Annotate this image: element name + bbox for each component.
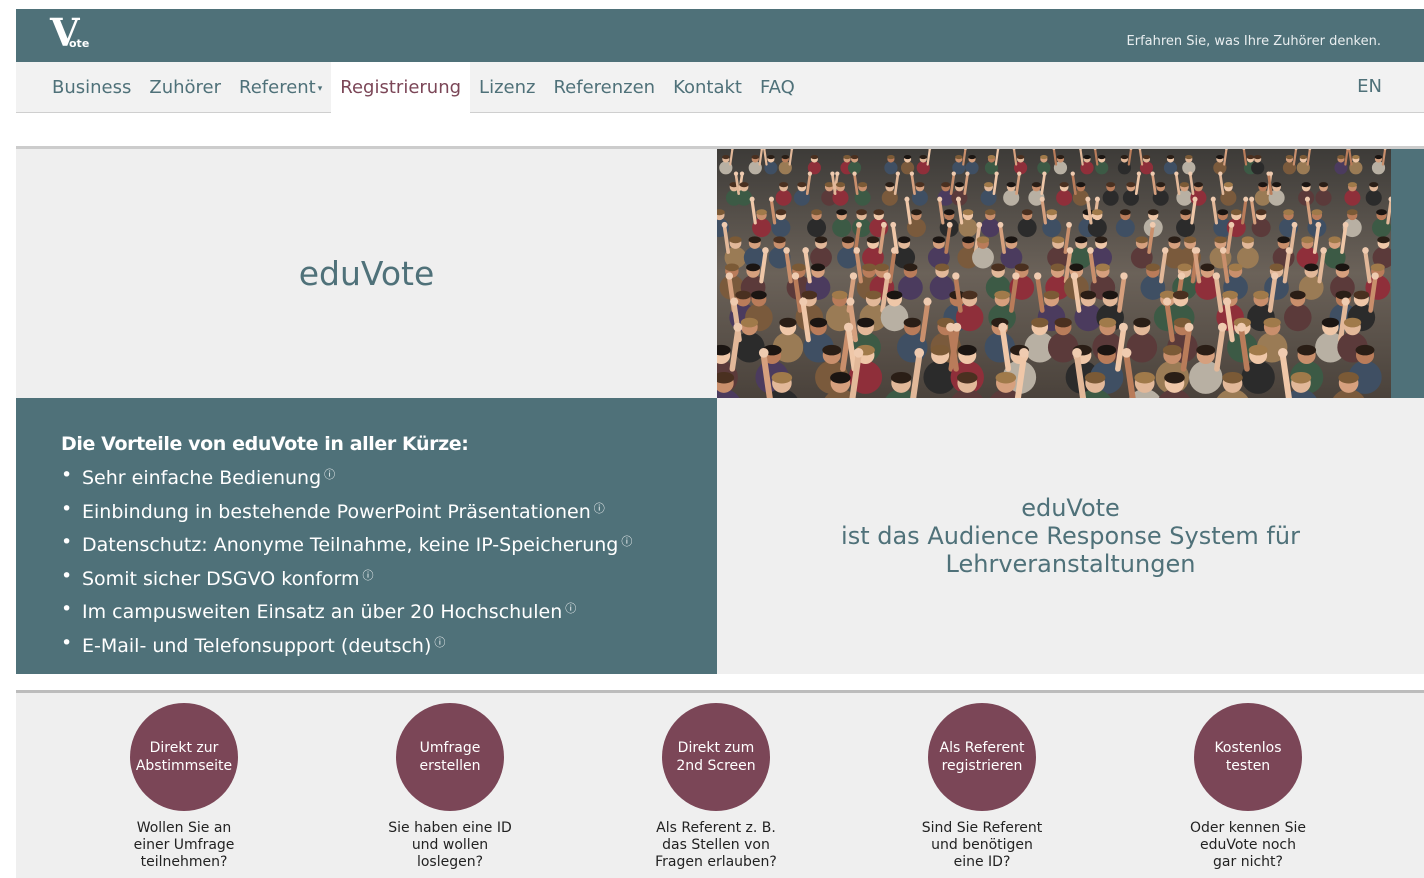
photo-side-strip bbox=[1391, 149, 1424, 398]
cta-description: Sind Sie Referent und benötigen eine ID? bbox=[882, 820, 1082, 871]
feature-text: Sehr einfache Bedienung bbox=[82, 467, 322, 489]
header-bar: V ote Erfahren Sie, was Ihre Zuhörer den… bbox=[16, 9, 1424, 62]
language-switch[interactable]: EN bbox=[1357, 76, 1382, 98]
list-item: Somit sicher DSGVO konformⓘ bbox=[61, 561, 717, 595]
nav-item-kontakt[interactable]: Kontakt bbox=[664, 62, 751, 113]
cta-line: loslegen? bbox=[416, 854, 484, 870]
logo[interactable]: V ote bbox=[50, 13, 94, 55]
nav-label: Zuhörer bbox=[149, 76, 222, 98]
tagline: Erfahren Sie, was Ihre Zuhörer denken. bbox=[1126, 34, 1381, 49]
claim-line: ist das Audience Response System für bbox=[841, 522, 1300, 550]
cta-line: das Stellen von bbox=[662, 837, 770, 853]
cta-line: Wollen Sie an bbox=[136, 820, 232, 836]
cta-line: einer Umfrage bbox=[133, 837, 235, 853]
claim-line: eduVote bbox=[1021, 494, 1120, 522]
list-item: Sehr einfache Bedienungⓘ bbox=[61, 460, 717, 494]
feature-text: Somit sicher DSGVO konform bbox=[82, 567, 360, 590]
cta-line: Sind Sie Referent bbox=[921, 820, 1043, 836]
feature-text: Datenschutz: Anonyme Teilnahme, keine IP… bbox=[82, 534, 619, 556]
list-item: Im campusweiten Einsatz an über 20 Hochs… bbox=[61, 594, 717, 628]
call-to-action-section: Direkt zur Abstimmseite Wollen Sie an ei… bbox=[16, 693, 1424, 878]
claim-line: Lehrveranstaltungen bbox=[945, 550, 1196, 578]
list-item: Datenschutz: Anonyme Teilnahme, keine IP… bbox=[61, 527, 717, 561]
nav-label: Referenzen bbox=[553, 76, 656, 98]
main-navigation: Business Zuhörer Referent ▾ Registrierung… bbox=[16, 62, 1424, 113]
info-icon[interactable]: ⓘ bbox=[363, 569, 374, 582]
info-icon[interactable]: ⓘ bbox=[594, 502, 605, 515]
cta-line: gar nicht? bbox=[1213, 854, 1283, 870]
nav-label: Kontakt bbox=[673, 76, 742, 98]
feature-text: Einbindung in bestehende PowerPoint Präs… bbox=[82, 500, 591, 523]
info-icon[interactable]: ⓘ bbox=[434, 636, 445, 649]
claim-panel: eduVote ist das Audience Response System… bbox=[717, 398, 1424, 674]
cta-description: Als Referent z. B. das Stellen von Frage… bbox=[616, 820, 816, 871]
nav-label: Business bbox=[52, 76, 132, 98]
info-icon[interactable]: ⓘ bbox=[565, 602, 576, 615]
cta-2nd-screen: Direkt zum 2nd Screen Als Referent z. B.… bbox=[616, 703, 816, 871]
cta-description: Wollen Sie an einer Umfrage teilnehmen? bbox=[84, 820, 284, 871]
info-icon[interactable]: ⓘ bbox=[621, 535, 632, 548]
cta-umfrage: Umfrage erstellen Sie haben eine ID und … bbox=[350, 703, 550, 871]
kostenlos-testen-button[interactable]: Kostenlos testen bbox=[1194, 703, 1302, 811]
abstimmseite-button[interactable]: Direkt zur Abstimmseite bbox=[130, 703, 238, 811]
cta-line: und benötigen bbox=[931, 837, 1033, 853]
nav-item-faq[interactable]: FAQ bbox=[751, 62, 804, 113]
list-item: Einbindung in bestehende PowerPoint Präs… bbox=[61, 494, 717, 528]
nav-item-business[interactable]: Business bbox=[43, 62, 140, 113]
cta-line: eine ID? bbox=[953, 854, 1011, 870]
cta-registrieren: Als Referent registrieren Sind Sie Refer… bbox=[882, 703, 1082, 871]
features-heading: Die Vorteile von eduVote in aller Kürze: bbox=[61, 433, 469, 455]
cta-line: Sie haben eine ID bbox=[388, 820, 512, 836]
cta-line: teilnehmen? bbox=[140, 854, 228, 870]
nav-label: FAQ bbox=[759, 76, 795, 98]
feature-text: Im campusweiten Einsatz an über 20 Hochs… bbox=[82, 601, 563, 623]
cta-testen: Kostenlos testen Oder kennen Sie eduVote… bbox=[1148, 703, 1348, 871]
nav-list: Business Zuhörer Referent ▾ Registrierung… bbox=[43, 62, 804, 113]
cta-line: Fragen erlauben? bbox=[655, 854, 777, 870]
cta-line: und wollen bbox=[411, 837, 489, 853]
audience-photo-illustration bbox=[717, 149, 1391, 398]
features-list: Sehr einfache Bedienungⓘ Einbindung in b… bbox=[61, 460, 717, 661]
cta-line: eduVote noch bbox=[1200, 837, 1296, 853]
hero-title: eduVote bbox=[298, 253, 435, 293]
features-panel: Die Vorteile von eduVote in aller Kürze:… bbox=[16, 398, 717, 674]
hero-title-panel: eduVote bbox=[16, 149, 717, 398]
claim-text: eduVote ist das Audience Response System… bbox=[841, 494, 1300, 578]
cta-abstimmseite: Direkt zur Abstimmseite Wollen Sie an ei… bbox=[84, 703, 284, 871]
cta-description: Oder kennen Sie eduVote noch gar nicht? bbox=[1148, 820, 1348, 871]
info-icon[interactable]: ⓘ bbox=[324, 468, 335, 481]
cta-description: Sie haben eine ID und wollen loslegen? bbox=[350, 820, 550, 871]
logo-suffix: ote bbox=[69, 37, 90, 50]
nav-label: Registrierung bbox=[340, 76, 462, 98]
nav-item-referent-dropdown[interactable]: Referent ▾ bbox=[230, 62, 331, 113]
nav-item-zuhoerer[interactable]: Zuhörer bbox=[140, 62, 230, 113]
feature-text: E-Mail- und Telefonsupport (deutsch) bbox=[82, 634, 432, 657]
page: V ote Erfahren Sie, was Ihre Zuhörer den… bbox=[0, 0, 1424, 878]
audience-photo bbox=[717, 149, 1391, 398]
cta-line: Als Referent z. B. bbox=[656, 820, 776, 836]
umfrage-erstellen-button[interactable]: Umfrage erstellen bbox=[396, 703, 504, 811]
2nd-screen-button[interactable]: Direkt zum 2nd Screen bbox=[662, 703, 770, 811]
list-item: E-Mail- und Telefonsupport (deutsch)ⓘ bbox=[61, 628, 717, 662]
nav-label: Referent bbox=[239, 76, 316, 98]
nav-item-lizenz[interactable]: Lizenz bbox=[470, 62, 544, 113]
nav-item-registrierung[interactable]: Registrierung bbox=[331, 62, 471, 113]
referent-registrieren-button[interactable]: Als Referent registrieren bbox=[928, 703, 1036, 811]
nav-label: Lizenz bbox=[479, 76, 536, 98]
nav-item-referenzen[interactable]: Referenzen bbox=[544, 62, 664, 113]
cta-line: Oder kennen Sie bbox=[1189, 820, 1307, 836]
caret-down-icon: ▾ bbox=[317, 83, 323, 94]
